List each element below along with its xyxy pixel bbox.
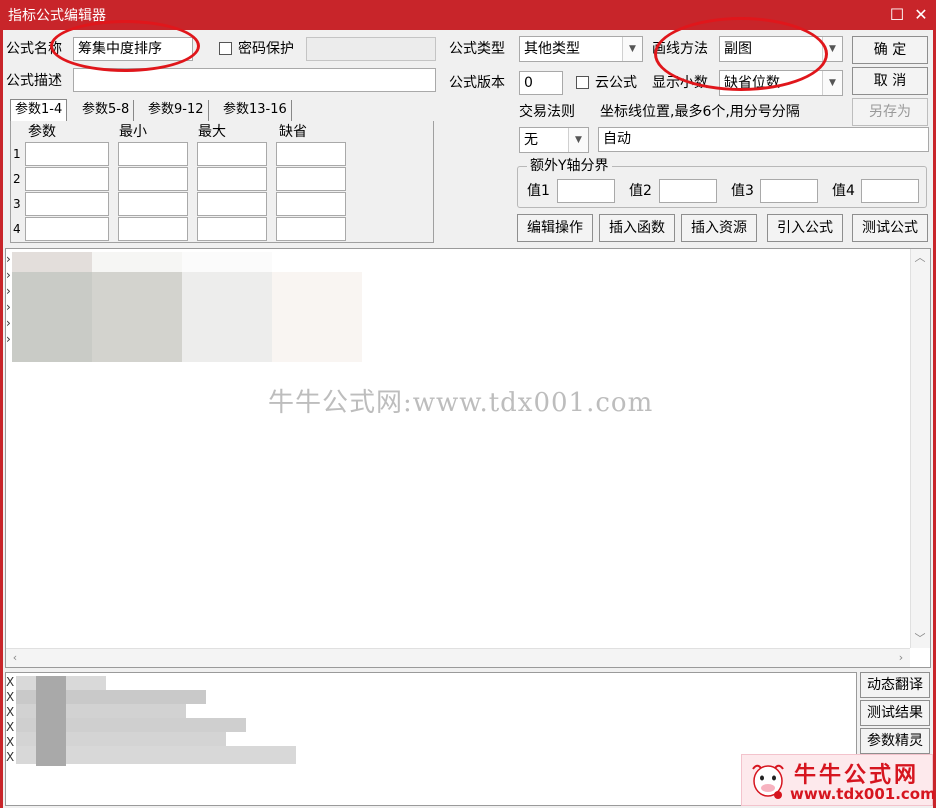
axis-position-input[interactable]: 自动 [598,127,929,152]
import-formula-button[interactable]: 引入公式 [767,214,843,242]
horizontal-scrollbar[interactable]: ‹ › [6,648,910,667]
cloud-formula-label: 云公式 [595,75,637,91]
blurred-code-block [12,252,92,272]
logo-url: www.tdx001.com [790,785,936,803]
y-value-4-label: 值4 [832,183,855,199]
param-default-input[interactable] [276,167,346,191]
dynamic-translate-button[interactable]: 动态翻译 [860,672,930,698]
y-value-3-label: 值3 [731,183,754,199]
watermark-text: 牛牛公式网:www.tdx001.com [268,388,654,418]
blurred-code-block [92,272,182,362]
param-min-input[interactable] [118,142,188,166]
window-border-left [0,30,3,808]
blurred-code-block [182,252,272,272]
scroll-right-icon[interactable]: › [892,649,910,667]
code-gutter: › › › › › › [6,252,11,346]
param-header-default: 缺省 [279,124,307,140]
param-default-input[interactable] [276,192,346,216]
tab-params-1-4[interactable]: 参数1-4 [10,99,68,121]
vertical-scrollbar[interactable]: ︿ ﹀ [910,249,930,648]
trade-rule-value: 无 [524,132,538,148]
param-row-number: 2 [13,172,21,186]
param-max-input[interactable] [197,142,267,166]
cloud-formula-checkbox[interactable] [576,76,589,89]
param-max-input[interactable] [197,217,267,241]
blurred-code-block [12,272,92,362]
tab-params-9-12[interactable]: 参数9-12 [144,100,209,122]
cancel-button[interactable]: 取 消 [852,67,928,95]
y-value-1-label: 值1 [527,183,550,199]
formula-desc-label: 公式描述 [6,73,62,89]
edit-operations-button[interactable]: 编辑操作 [517,214,593,242]
param-name-input[interactable] [25,192,109,216]
extra-y-axis-label: 额外Y轴分界 [527,156,612,176]
chevron-down-icon: ▼ [622,37,642,61]
scroll-left-icon[interactable]: ‹ [6,649,24,667]
param-max-input[interactable] [197,192,267,216]
output-gutter: XXXXXX [6,675,15,764]
chevron-down-icon: ▼ [568,128,588,152]
param-min-input[interactable] [118,167,188,191]
test-formula-button[interactable]: 测试公式 [852,214,928,242]
param-default-input[interactable] [276,142,346,166]
param-name-input[interactable] [25,217,109,241]
y-value-1-input[interactable] [557,179,615,203]
trade-rule-label: 交易法则 [519,104,575,120]
formula-type-value: 其他类型 [524,41,580,57]
tab-params-13-16[interactable]: 参数13-16 [219,100,292,122]
insert-resource-button[interactable]: 插入资源 [681,214,757,242]
param-wizard-button[interactable]: 参数精灵 [860,728,930,754]
blurred-code-block [272,272,362,362]
param-row-number: 4 [13,222,21,236]
formula-type-label: 公式类型 [449,41,505,57]
param-row-number: 1 [13,147,21,161]
save-as-button[interactable]: 另存为 [852,98,928,126]
param-max-input[interactable] [197,167,267,191]
site-logo: 牛牛公式网 www.tdx001.com [741,754,936,806]
blurred-code-block [92,252,182,272]
ok-button[interactable]: 确 定 [852,36,928,64]
param-row-number: 3 [13,197,21,211]
close-icon[interactable]: ✕ [910,4,932,26]
formula-version-label: 公式版本 [449,75,505,91]
param-min-input[interactable] [118,217,188,241]
trade-rule-select[interactable]: 无 ▼ [519,127,589,153]
y-value-4-input[interactable] [861,179,919,203]
annotation-ellipse-draw [654,17,828,91]
param-name-input[interactable] [25,167,109,191]
y-value-2-label: 值2 [629,183,652,199]
param-header-min: 最小 [119,124,147,140]
param-header-name: 参数 [28,124,56,140]
blurred-output [36,676,66,766]
formula-version-input[interactable]: 0 [519,71,563,95]
password-input[interactable] [306,37,436,61]
param-name-input[interactable] [25,142,109,166]
tab-params-5-8[interactable]: 参数5-8 [78,100,135,122]
y-value-3-input[interactable] [760,179,818,203]
blurred-code-block [182,272,272,362]
maximize-icon[interactable]: ☐ [886,4,908,26]
password-label: 密码保护 [238,41,294,57]
axis-position-label: 坐标线位置,最多6个,用分号分隔 [600,104,800,120]
scroll-up-icon[interactable]: ︿ [911,249,929,267]
test-result-button[interactable]: 测试结果 [860,700,930,726]
annotation-ellipse-name [50,20,200,72]
formula-type-select[interactable]: 其他类型 ▼ [519,36,643,62]
param-header-max: 最大 [198,124,226,140]
password-checkbox[interactable] [219,42,232,55]
param-min-input[interactable] [118,192,188,216]
y-value-2-input[interactable] [659,179,717,203]
chevron-down-icon: ▼ [822,71,842,95]
cow-mascot-icon [752,764,784,799]
scroll-down-icon[interactable]: ﹀ [911,630,929,648]
param-default-input[interactable] [276,217,346,241]
insert-function-button[interactable]: 插入函数 [599,214,675,242]
